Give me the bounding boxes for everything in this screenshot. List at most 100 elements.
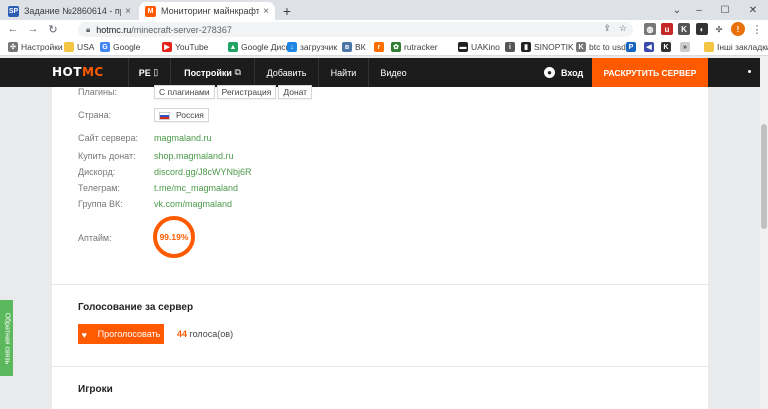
maximize-button[interactable]: ☐ (712, 0, 738, 20)
bookmark-other[interactable]: Інші закладки (704, 40, 768, 54)
tab-close-icon[interactable]: × (263, 6, 269, 17)
field-label: Плагины: (78, 87, 117, 97)
bookmark-label: Google Диск (241, 42, 290, 52)
share-icon[interactable]: ⇪ (603, 23, 611, 34)
close-window-button[interactable]: ✕ (740, 0, 766, 20)
tag-registration[interactable]: Регистрация (216, 85, 277, 99)
extension-ks-icon[interactable]: K (678, 23, 690, 35)
bookmark-sinoptik[interactable]: ▮ SINOPTIK (521, 40, 574, 54)
site-row: Сайт сервера: magmaland.ru (78, 130, 212, 146)
bookmark-unnamed[interactable]: r (374, 40, 387, 54)
bookmark-icon: P (626, 42, 636, 52)
nav-add[interactable]: Добавить (254, 58, 318, 87)
sinoptik-icon: ▮ (521, 42, 531, 52)
nav-video[interactable]: Видео (368, 58, 418, 87)
server-site-link[interactable]: magmaland.ru (154, 133, 212, 143)
back-arrow-icon[interactable]: ← (6, 22, 20, 36)
bookmark-label: Google (113, 42, 141, 52)
tab-assignment[interactable]: SP Задание №2860614 - просмотр × (2, 2, 137, 20)
star-icon[interactable]: ☆ (619, 23, 627, 34)
discord-link[interactable]: discord.gg/J8cWYNbj6R (154, 167, 252, 177)
bookmark-label: btc to usd (589, 42, 626, 52)
nav-pe[interactable]: PE ▯ (128, 58, 168, 87)
bookmark-icon: ◀ (644, 42, 654, 52)
telegram-link[interactable]: t.me/mc_magmaland (154, 183, 238, 193)
scrollbar-thumb[interactable] (761, 124, 767, 229)
bookmark-unnamed[interactable]: K (661, 40, 674, 54)
reload-icon[interactable]: ↻ (46, 22, 60, 36)
bookmark-uakino[interactable]: ▬ UAKino (458, 40, 500, 54)
field-label: Телеграм: (78, 183, 120, 193)
bookmark-label: rutracker (404, 42, 438, 52)
bookmark-drive[interactable]: ▲ Google Диск (228, 40, 289, 54)
nav-label: PE (138, 67, 151, 78)
site-logo[interactable]: HOTMC (52, 65, 104, 79)
profile-avatar[interactable]: ! (731, 22, 745, 36)
uakino-icon: ▬ (458, 42, 468, 52)
feedback-tab[interactable]: Обратная связь (0, 300, 13, 376)
lock-icon: 🔒︎ (86, 24, 91, 34)
bookmark-rutracker[interactable]: ✿ rutracker (391, 40, 438, 54)
server-card: Плагины: С плагинами Регистрация Донат С… (52, 84, 708, 409)
login-button[interactable]: ● Вход (544, 58, 583, 87)
tag-plugins[interactable]: С плагинами (154, 85, 215, 99)
promote-server-button[interactable]: РАСКРУТИТЬ СЕРВЕР (592, 58, 708, 87)
ks-icon: K (576, 42, 586, 52)
address-bar[interactable]: 🔒︎ hotmc.ru /minecraft-server-278367 ⇪ ☆ (78, 22, 633, 37)
nav-find[interactable]: Найти (318, 58, 368, 87)
page-scrollbar[interactable] (760, 56, 768, 409)
voting-title: Голосование за сервер (78, 302, 194, 313)
bookmarks-bar: ✣ Настройки USA G Google ▶ YouTube ▲ Google … (0, 38, 768, 56)
bookmark-label: UAKino (471, 42, 500, 52)
bookmark-unnamed[interactable]: » (680, 40, 693, 54)
tab-close-icon[interactable]: × (125, 6, 131, 17)
tab-monitoring[interactable]: M Мониторинг майнкрафт сервер × (139, 2, 275, 20)
bookmark-downloader[interactable]: ↓ загрузчик (287, 40, 337, 54)
bookmark-vk[interactable]: в ВК (342, 40, 366, 54)
forward-arrow-icon[interactable]: → (26, 22, 40, 36)
bookmark-label: загрузчик (300, 42, 338, 52)
vk-group-link[interactable]: vk.com/magmaland (154, 199, 232, 209)
nav-label: Найти (330, 67, 357, 78)
bookmark-google[interactable]: G Google (100, 40, 140, 54)
bookmark-youtube[interactable]: ▶ YouTube (162, 40, 208, 54)
bookmark-unnamed[interactable]: ◀ (644, 40, 657, 54)
bookmark-unnamed[interactable]: i (505, 40, 518, 54)
players-title: Игроки (78, 384, 113, 395)
extension-globe-icon[interactable]: ◍ (644, 23, 656, 35)
section-divider (52, 366, 708, 367)
bookmark-icon: r (374, 42, 384, 52)
bookmark-label: Настройки (21, 42, 63, 52)
extension-ublock-icon[interactable]: u (661, 23, 673, 35)
bookmark-settings[interactable]: ✣ Настройки (8, 40, 63, 54)
drive-icon: ▲ (228, 42, 238, 52)
vote-button-label: Проголосовать (97, 329, 161, 339)
bookmark-label: ВК (355, 42, 366, 52)
tag-donate[interactable]: Донат (278, 85, 313, 99)
vote-button[interactable]: ♥ Проголосовать (78, 324, 164, 344)
section-divider (52, 284, 708, 285)
download-icon: ↓ (287, 42, 297, 52)
nav-buildings[interactable]: Постройки ⧉ (170, 58, 254, 87)
browser-menu-icon[interactable]: ⋮ (750, 22, 764, 36)
bookmark-usa[interactable]: USA (64, 40, 94, 54)
uptime-value: 99.19% (159, 232, 189, 242)
tab-title: Задание №2860614 - просмотр (24, 6, 121, 16)
new-tab-button[interactable]: + (279, 3, 295, 19)
russia-flag-icon (159, 111, 170, 120)
header-menu-icon[interactable] (748, 70, 751, 73)
bookmark-unnamed[interactable]: P (626, 40, 639, 54)
plugins-row: Плагины: С плагинами Регистрация Донат (78, 84, 314, 100)
discord-row: Дискорд: discord.gg/J8cWYNbj6R (78, 164, 252, 180)
uptime-gauge: 99.19% (153, 216, 195, 258)
donate-link[interactable]: shop.magmaland.ru (154, 151, 234, 161)
country-badge[interactable]: Россия (154, 108, 209, 122)
url-host: hotmc.ru (96, 24, 132, 35)
extensions-puzzle-icon[interactable]: ✣ (713, 23, 725, 35)
bookmark-icon: i (505, 42, 515, 52)
telegram-row: Телеграм: t.me/mc_magmaland (78, 180, 238, 196)
field-label: Купить донат: (78, 151, 136, 161)
extension-dark-icon[interactable]: ◐ (696, 23, 708, 35)
minimize-button[interactable]: – (686, 0, 712, 20)
bookmark-btc[interactable]: Kbtc to usd (576, 40, 626, 54)
